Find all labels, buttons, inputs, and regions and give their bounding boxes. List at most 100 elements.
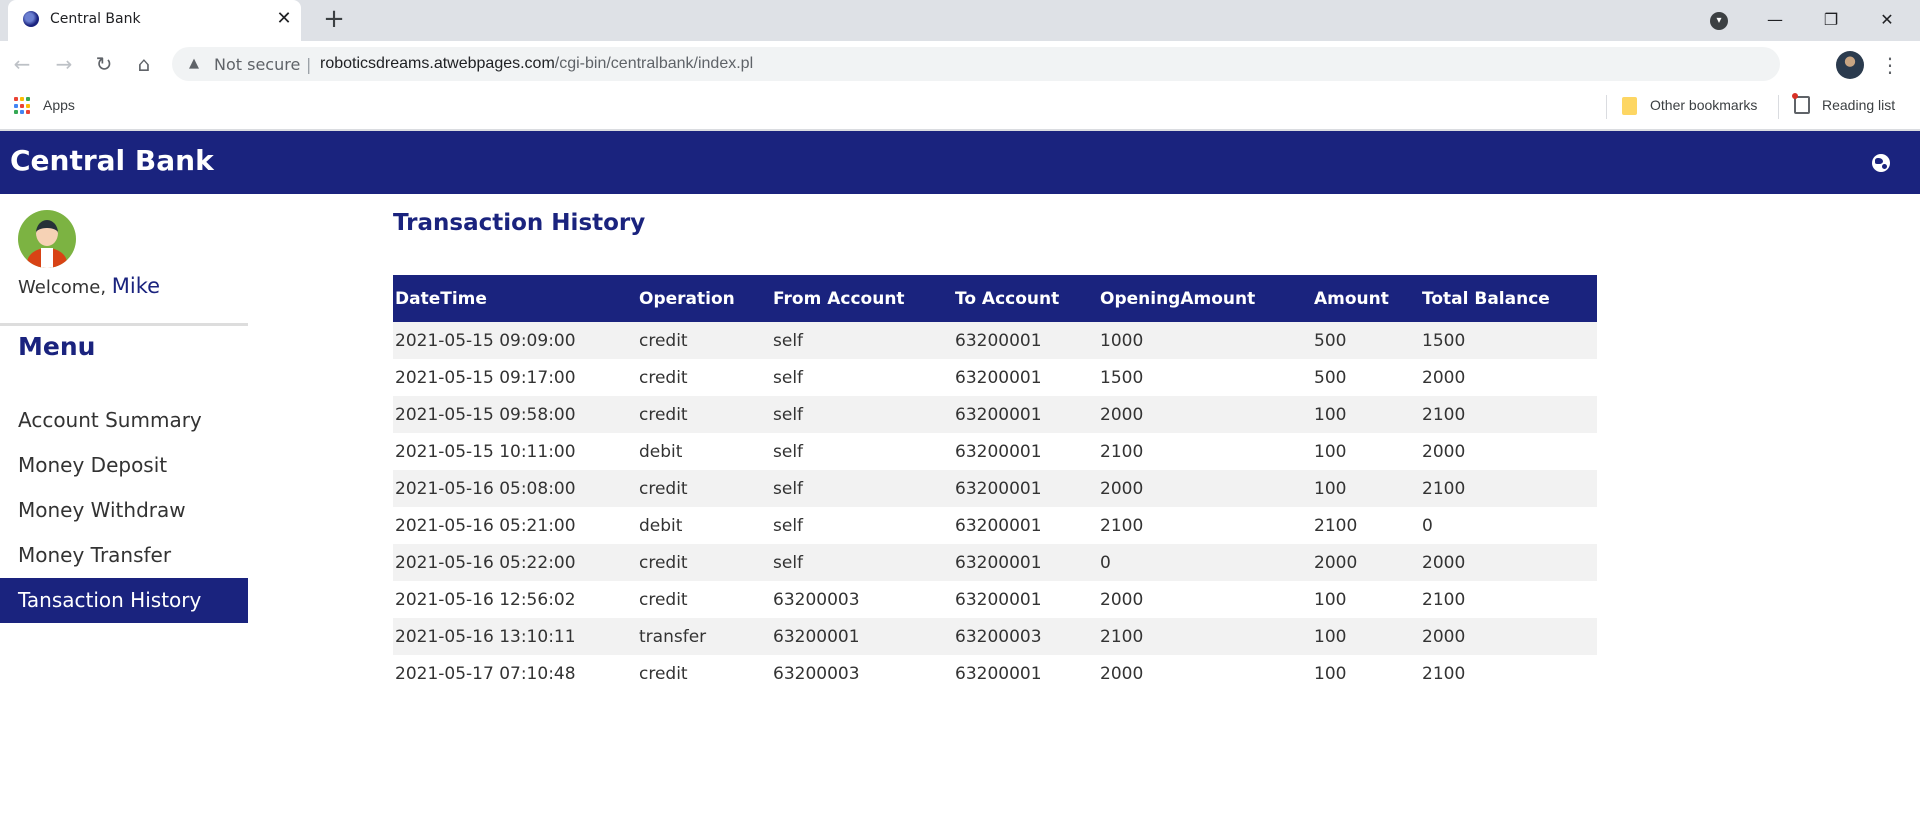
- back-icon[interactable]: ←: [8, 50, 36, 78]
- sidebar-item-money-deposit[interactable]: Money Deposit: [0, 443, 248, 488]
- table-cell: 2021-05-16 05:22:00: [395, 552, 576, 573]
- close-tab-icon[interactable]: ✕: [273, 8, 295, 30]
- table-cell: credit: [639, 478, 688, 499]
- reading-list-icon[interactable]: [1792, 93, 1810, 114]
- table-cell: 0: [1422, 515, 1433, 536]
- close-window-icon[interactable]: ✕: [1864, 6, 1910, 34]
- folder-icon[interactable]: [1622, 97, 1637, 115]
- page-title: Transaction History: [393, 210, 646, 236]
- welcome-message: Welcome, Mike: [18, 274, 160, 298]
- table-cell: 2100: [1100, 515, 1144, 536]
- table-cell: 63200001: [955, 441, 1042, 462]
- table-cell: credit: [639, 367, 688, 388]
- menu-title: Menu: [18, 332, 96, 361]
- profile-avatar-icon[interactable]: [1836, 51, 1864, 79]
- apps-bookmark[interactable]: Apps: [43, 97, 75, 113]
- table-cell: debit: [639, 515, 683, 536]
- table-cell: self: [773, 367, 804, 388]
- sidebar-item-transaction-history[interactable]: Tansaction History: [0, 578, 248, 623]
- table-cell: 2100: [1422, 478, 1466, 499]
- site-brand[interactable]: Central Bank: [10, 144, 214, 177]
- table-cell: self: [773, 330, 804, 351]
- home-icon[interactable]: ⌂: [130, 50, 158, 78]
- table-row: 2021-05-17 07:10:48 credit 63200003 6320000…: [393, 655, 1597, 692]
- table-row: 2021-05-16 13:10:11 transfer 63200001 63200…: [393, 618, 1597, 655]
- new-tab-button[interactable]: +: [320, 6, 348, 34]
- table-cell: 2021-05-16 13:10:11: [395, 626, 576, 647]
- table-cell: 100: [1314, 663, 1347, 684]
- table-cell: 63200001: [955, 478, 1042, 499]
- tab-strip: Central Bank ✕ + ▾ — ❐ ✕: [0, 0, 1920, 41]
- table-cell: 2000: [1422, 626, 1466, 647]
- globe-icon[interactable]: [1872, 154, 1890, 172]
- table-cell: 2021-05-16 12:56:02: [395, 589, 576, 610]
- omnibox-separator: |: [306, 55, 312, 74]
- table-cell: 63200001: [773, 626, 860, 647]
- table-cell: 2100: [1314, 515, 1358, 536]
- minimize-icon[interactable]: —: [1752, 6, 1798, 34]
- browser-tab[interactable]: Central Bank ✕: [8, 0, 301, 41]
- table-cell: 2000: [1422, 552, 1466, 573]
- forward-icon[interactable]: →: [50, 50, 78, 78]
- table-cell: 2000: [1100, 663, 1144, 684]
- table-cell: credit: [639, 330, 688, 351]
- apps-grid-icon[interactable]: [14, 97, 32, 115]
- column-header: To Account: [953, 275, 1098, 322]
- url-host: roboticsdreams.atwebpages.com: [320, 55, 555, 72]
- table-row: 2021-05-15 09:17:00 credit self 63200001 150…: [393, 359, 1597, 396]
- sidebar-item-money-withdraw[interactable]: Money Withdraw: [0, 488, 248, 533]
- username: Mike: [111, 274, 161, 298]
- reading-list[interactable]: Reading list: [1822, 97, 1895, 113]
- table-row: 2021-05-16 05:21:00 debit self 63200001 2100…: [393, 507, 1597, 544]
- table-cell: 63200001: [955, 589, 1042, 610]
- table-cell: 2000: [1100, 589, 1144, 610]
- table-cell: 1000: [1100, 330, 1144, 351]
- other-bookmarks[interactable]: Other bookmarks: [1650, 97, 1757, 113]
- table-cell: credit: [639, 552, 688, 573]
- bookmarks-divider: [1778, 95, 1779, 119]
- table-cell: 63200001: [955, 663, 1042, 684]
- warning-icon[interactable]: ▲: [186, 56, 202, 72]
- sidebar-item-account-summary[interactable]: Account Summary: [0, 398, 248, 443]
- table-row: 2021-05-16 05:22:00 credit self 63200001 0 20…: [393, 544, 1597, 581]
- table-cell: 63200001: [955, 552, 1042, 573]
- table-cell: 100: [1314, 441, 1347, 462]
- bookmarks-bar: Apps Other bookmarks Reading list: [0, 87, 1920, 131]
- column-header: From Account: [771, 275, 953, 322]
- table-cell: 63200001: [955, 367, 1042, 388]
- table-cell: self: [773, 404, 804, 425]
- table-cell: 2021-05-15 09:17:00: [395, 367, 576, 388]
- site-header: Central Bank: [0, 131, 1920, 194]
- more-menu-icon[interactable]: ⋮: [1876, 51, 1904, 79]
- reload-icon[interactable]: ↻: [90, 50, 118, 78]
- table-cell: 100: [1314, 478, 1347, 499]
- table-cell: debit: [639, 441, 683, 462]
- sidebar-divider: [0, 323, 248, 326]
- table-cell: 63200001: [955, 515, 1042, 536]
- table-cell: 63200003: [955, 626, 1042, 647]
- url-text[interactable]: roboticsdreams.atwebpages.com/cgi-bin/ce…: [320, 55, 753, 73]
- transaction-table: DateTime Operation From Account To Accou…: [393, 275, 1597, 692]
- restore-icon[interactable]: ❐: [1808, 6, 1854, 34]
- table-cell: 63200003: [773, 663, 860, 684]
- table-cell: 2100: [1422, 589, 1466, 610]
- table-cell: 2000: [1314, 552, 1358, 573]
- bookmarks-divider: [1606, 95, 1607, 119]
- column-header: Amount: [1312, 275, 1420, 322]
- table-cell: 2021-05-16 05:08:00: [395, 478, 576, 499]
- user-avatar: [18, 210, 76, 268]
- not-secure-label[interactable]: Not secure: [214, 55, 300, 74]
- table-cell: credit: [639, 589, 688, 610]
- table-cell: 2021-05-16 05:21:00: [395, 515, 576, 536]
- tab-title: Central Bank: [50, 11, 141, 27]
- sidebar-item-money-transfer[interactable]: Money Transfer: [0, 533, 248, 578]
- table-cell: 63200001: [955, 404, 1042, 425]
- tab-search-icon[interactable]: ▾: [1710, 12, 1728, 30]
- table-cell: 2100: [1100, 626, 1144, 647]
- table-header-row: DateTime Operation From Account To Accou…: [393, 275, 1597, 322]
- table-cell: 100: [1314, 589, 1347, 610]
- table-cell: credit: [639, 404, 688, 425]
- url-path: /cgi-bin/centralbank/index.pl: [554, 55, 754, 72]
- address-bar[interactable]: ▲ Not secure | roboticsdreams.atwebpages…: [172, 47, 1780, 81]
- table-cell: 100: [1314, 626, 1347, 647]
